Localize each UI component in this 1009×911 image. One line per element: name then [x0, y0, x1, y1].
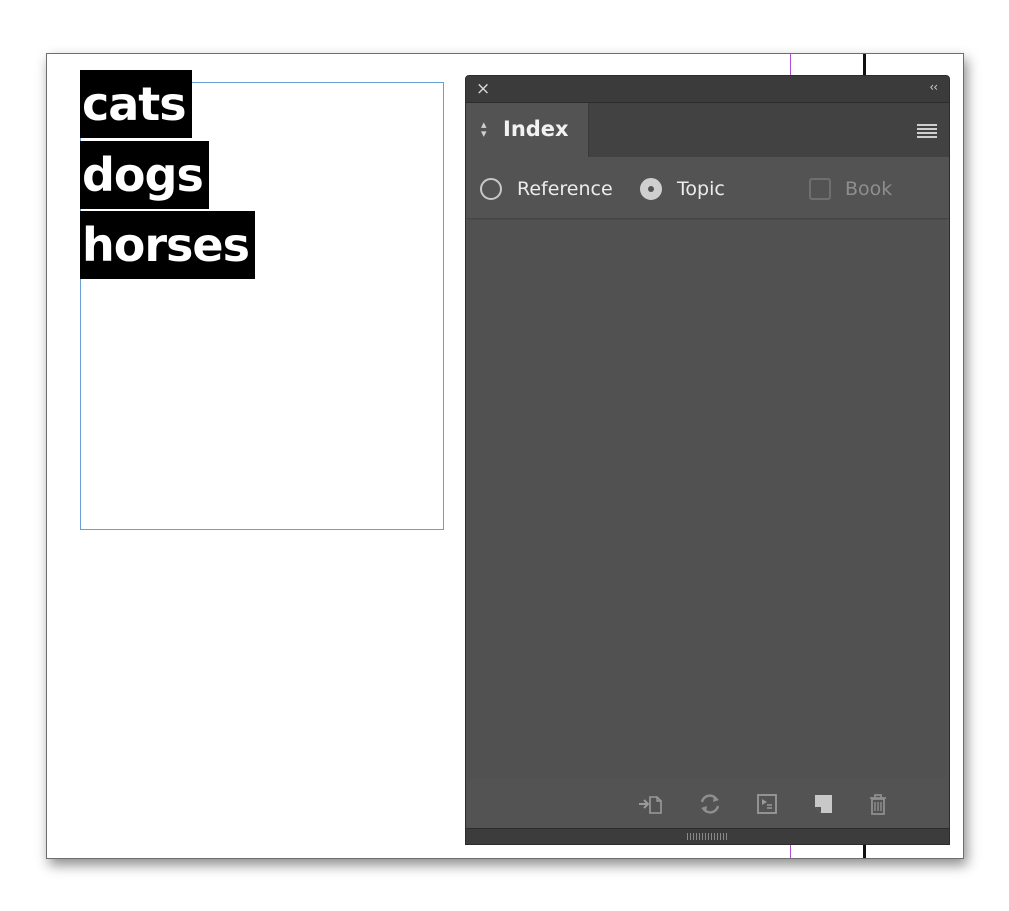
close-icon[interactable]: ×	[476, 79, 490, 99]
panel-resize-bar[interactable]	[466, 828, 949, 844]
tab-index-label: Index	[503, 117, 569, 141]
collapse-icon[interactable]: ‹‹	[929, 80, 938, 94]
panel-footer	[466, 778, 949, 828]
panel-menu-icon[interactable]	[917, 124, 937, 140]
panel-tab-bar: ▴ ▾ Index	[466, 103, 949, 157]
reference-label: Reference	[517, 178, 613, 200]
generate-index-icon[interactable]	[754, 792, 780, 816]
book-label: Book	[845, 178, 893, 200]
resize-grip-icon[interactable]	[687, 833, 727, 840]
reference-radio[interactable]	[480, 178, 502, 200]
updown-arrows-icon: ▴ ▾	[481, 118, 487, 140]
index-topic-list[interactable]	[468, 219, 946, 779]
refresh-icon[interactable]	[697, 792, 723, 816]
delete-icon[interactable]	[865, 792, 891, 816]
text-line-cats[interactable]: cats	[80, 70, 192, 138]
tab-index[interactable]: ▴ ▾ Index	[466, 103, 589, 157]
index-panel: × ‹‹ ▴ ▾ Index Reference Topic Book	[465, 75, 950, 845]
go-to-selected-marker-icon[interactable]	[638, 792, 664, 816]
new-entry-icon[interactable]	[810, 792, 836, 816]
text-line-dogs[interactable]: dogs	[80, 141, 209, 209]
topic-label: Topic	[677, 178, 725, 200]
text-line-horses[interactable]: horses	[80, 211, 255, 279]
panel-title-bar[interactable]: × ‹‹	[466, 76, 949, 103]
book-checkbox[interactable]	[809, 178, 831, 200]
topic-radio[interactable]	[640, 178, 662, 200]
index-options: Reference Topic Book	[466, 158, 949, 219]
